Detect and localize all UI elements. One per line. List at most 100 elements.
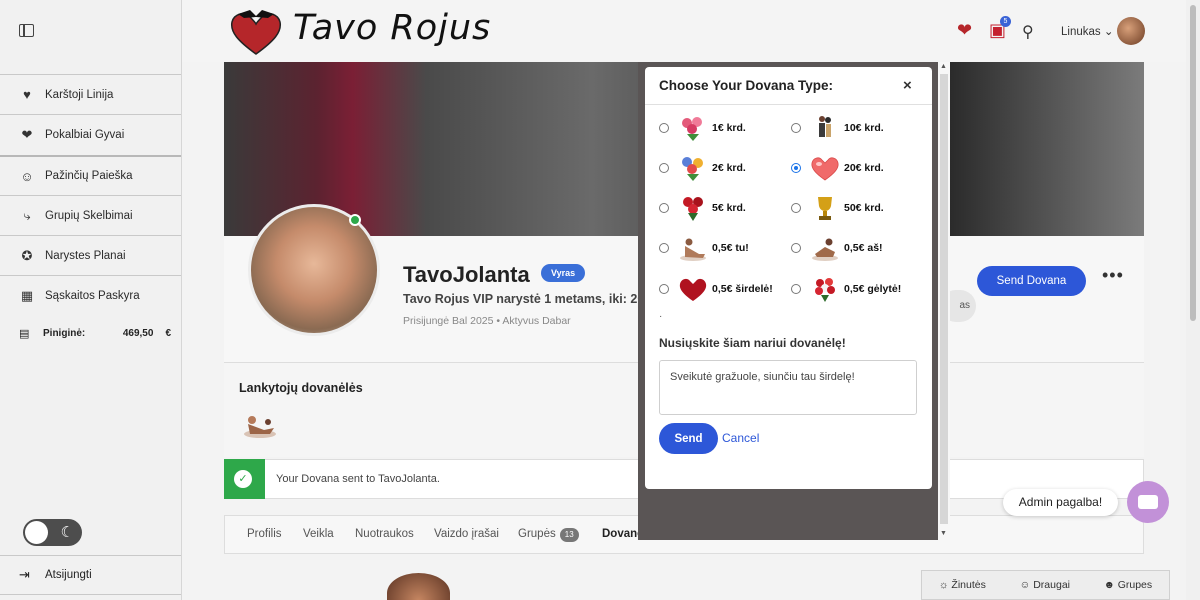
chat-launcher-button[interactable] [1127, 481, 1169, 523]
dovana-option[interactable]: 20€ krd. [791, 154, 884, 182]
profile-name: TavoJolanta [403, 262, 530, 287]
option-label: 2€ krd. [712, 162, 746, 174]
groups-icon: ☻ [1103, 579, 1115, 591]
message-label: Nusiųskite šiam nariui dovanėlę! [659, 336, 846, 350]
gender-badge: Vyras [541, 264, 586, 282]
dovana-option[interactable]: 5€ krd. [659, 194, 746, 222]
modal-scrollbar[interactable]: ▲ ▼ [938, 62, 950, 540]
send-dovana-button[interactable]: Send Dovana [977, 266, 1086, 296]
dovana-option[interactable]: 2€ krd. [659, 154, 746, 182]
sidebar-toggle-icon[interactable] [19, 24, 34, 37]
message-textarea[interactable]: Sveikutė gražuole, siunčiu tau širdelę! [659, 360, 917, 415]
friends-link[interactable]: ☺ Draugai [1020, 579, 1070, 591]
gift-thumbnail[interactable] [240, 410, 280, 440]
gift-badge: 5 [1000, 16, 1011, 27]
post-avatar [387, 573, 450, 600]
chevron-down-icon: ⌄ [1103, 26, 1114, 38]
account-icon: ▦ [20, 287, 34, 303]
couple-icon [680, 238, 706, 261]
sidebar-item-narystes-planai[interactable]: ✪ Narystes Planai [0, 235, 181, 275]
radio-button[interactable] [791, 243, 801, 253]
sidebar-item-label: Narystes Planai [45, 249, 126, 262]
dovana-option[interactable]: 0,5€ tu! [659, 234, 749, 262]
dovana-option[interactable]: 0,5€ širdelė! [659, 275, 773, 303]
option-label: 20€ krd. [844, 162, 884, 174]
sidebar-item-pokalbiai-gyvai[interactable]: ❤ Pokalbiai Gyvai [0, 114, 181, 154]
groups-link[interactable]: ☻ Grupes [1104, 579, 1152, 591]
radio-button[interactable] [791, 123, 801, 133]
radio-button[interactable] [659, 123, 669, 133]
sidebar-item-label: Grupių Skelbimai [45, 209, 133, 222]
user-menu[interactable]: Linukas ⌄ [1061, 24, 1113, 38]
heart-icon: ♥ [23, 87, 31, 102]
username: Linukas [1061, 26, 1101, 38]
radio-button[interactable] [659, 243, 669, 253]
logout-icon: ⇥ [19, 567, 30, 582]
profile-avatar[interactable] [248, 204, 380, 336]
more-options-icon[interactable]: ••• [1102, 265, 1124, 286]
dovana-option[interactable]: 0,5€ aš! [791, 234, 883, 262]
sidebar: ♥ Karštoji Linija ❤ Pokalbiai Gyvai ☺ Pa… [0, 0, 182, 600]
separator-dot: · [659, 311, 663, 322]
badge-icon: ✪ [21, 247, 33, 263]
online-indicator [349, 214, 361, 226]
dovana-option[interactable]: 1€ krd. [659, 114, 746, 142]
logo-heart-icon[interactable] [228, 8, 284, 56]
tab-veikla[interactable]: Veikla [303, 528, 334, 540]
rose-heart-icon [679, 278, 707, 301]
sidebar-item-pazinciu-paieska[interactable]: ☺ Pažinčių Paieška [0, 155, 181, 195]
cart-icon[interactable]: ⚲ [1022, 22, 1034, 42]
radio-button[interactable] [791, 203, 801, 213]
page-scrollbar-thumb[interactable] [1190, 5, 1196, 321]
option-label: 50€ krd. [844, 202, 884, 214]
modal-scroll-thumb[interactable] [940, 74, 948, 524]
tab-count-badge: 13 [559, 528, 579, 542]
dovana-option[interactable]: 10€ krd. [791, 114, 884, 142]
send-button[interactable]: Send [659, 423, 718, 454]
radio-button[interactable] [791, 284, 801, 294]
scroll-up-icon[interactable]: ▲ [940, 63, 947, 70]
tab-grupes[interactable]: Grupės 13 [518, 528, 579, 542]
close-icon[interactable]: × [903, 77, 912, 94]
bottom-quick-bar: ☼ Žinutės ☺ Draugai ☻ Grupes [921, 570, 1170, 600]
roses-icon [683, 197, 703, 221]
groups-label: Grupes [1117, 579, 1153, 591]
sidebar-item-saskaitos-paskyra[interactable]: ▦ Sąskaitos Paskyra [0, 275, 181, 315]
radio-button[interactable] [659, 284, 669, 294]
visitor-gifts-title: Lankytojų dovanėlės [239, 381, 363, 395]
tab-profilis[interactable]: Profilis [247, 528, 282, 540]
tab-nuotraukos[interactable]: Nuotraukos [355, 528, 414, 540]
option-label: 5€ krd. [712, 202, 746, 214]
users-icon: ☺ [20, 168, 34, 184]
dovana-option[interactable]: 50€ krd. [791, 194, 884, 222]
messages-link[interactable]: ☼ Žinutės [939, 579, 986, 591]
option-label: 0,5€ tu! [712, 242, 749, 254]
chat-icon: ☼ [938, 579, 949, 591]
user-avatar[interactable] [1117, 17, 1145, 45]
option-label: 0,5€ gėlytė! [844, 283, 902, 295]
option-label: 0,5€ aš! [844, 242, 883, 254]
sidebar-item-karstoji-linija[interactable]: ♥ Karštoji Linija [0, 74, 181, 114]
modal-title: Choose Your Dovana Type: [659, 78, 834, 93]
dovana-option[interactable]: 0,5€ gėlytė! [791, 275, 901, 303]
logo-text[interactable]: Tavo Rojus [293, 8, 491, 48]
admin-help-label[interactable]: Admin pagalba! [1003, 489, 1118, 516]
logout-label: Atsijungti [45, 569, 92, 581]
wallet-icon: ▤ [19, 328, 30, 340]
tab-vaizdo-irasai[interactable]: Vaizdo įrašai [434, 528, 499, 540]
radio-button[interactable] [791, 163, 801, 173]
hearts-icon[interactable]: ❤ [957, 20, 972, 41]
sidebar-item-label: Pokalbiai Gyvai [45, 128, 125, 141]
cancel-link[interactable]: Cancel [722, 431, 759, 445]
dark-mode-toggle[interactable]: ☾ [23, 519, 82, 546]
radio-button[interactable] [659, 163, 669, 173]
chat-icon [1138, 495, 1158, 509]
logout-button[interactable]: ⇥ Atsijungti [0, 555, 181, 595]
friends-label: Draugai [1033, 579, 1070, 591]
radio-button[interactable] [659, 203, 669, 213]
couple-icon [812, 238, 838, 261]
scroll-down-icon[interactable]: ▼ [940, 530, 947, 537]
sidebar-item-grupiu-skelbimai[interactable]: ⤷ Grupių Skelbimai [0, 195, 181, 235]
alert-text: Your Dovana sent to TavoJolanta. [276, 473, 440, 485]
wallet-label: Piniginė: [43, 328, 86, 339]
